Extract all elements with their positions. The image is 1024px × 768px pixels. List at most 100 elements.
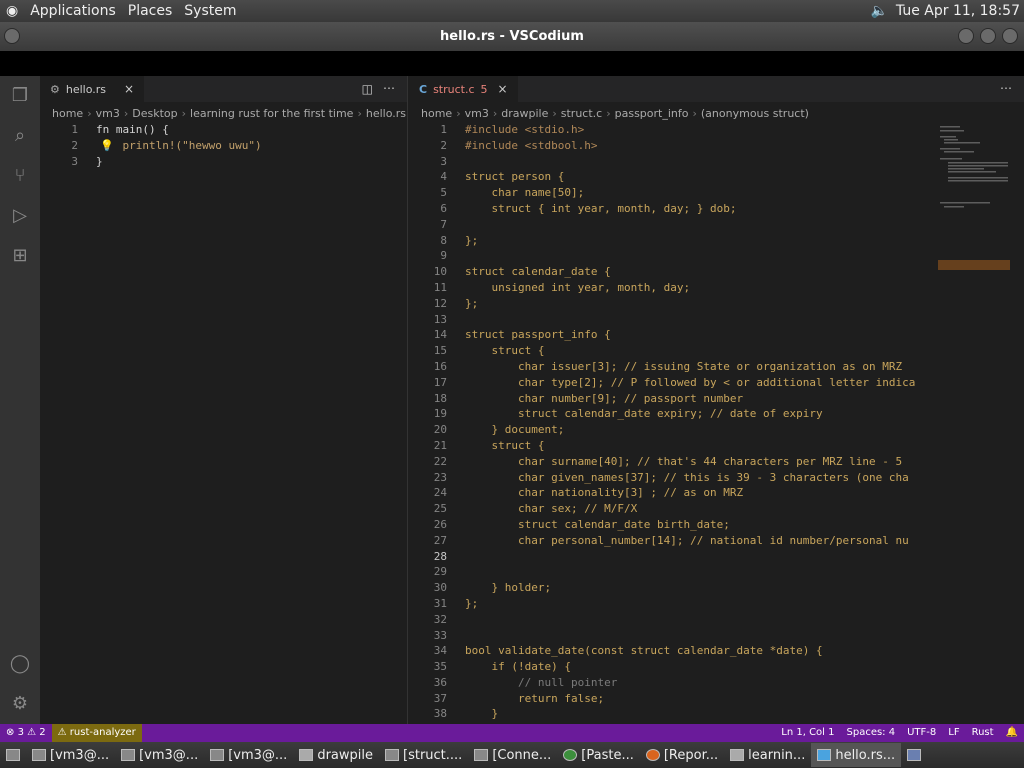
taskbar-item[interactable]: [vm3@...: [26, 743, 115, 767]
explorer-icon[interactable]: ❐: [8, 84, 32, 108]
c-file-icon: C: [419, 82, 428, 96]
minimap[interactable]: [938, 122, 1010, 322]
activity-bar: ❐ ⌕ ⑂ ▷ ⊞ ◯ ⚙: [0, 76, 40, 724]
close-tab-icon[interactable]: ×: [124, 82, 134, 96]
crumb-folder[interactable]: learning rust for the first time: [190, 107, 353, 120]
notifications-bell-icon[interactable]: 🔔: [1000, 724, 1024, 742]
code-line: 14 struct passport_info {: [433, 328, 611, 342]
crumb-drawpile[interactable]: drawpile: [501, 107, 548, 120]
taskbar-item-active[interactable]: hello.rs...: [811, 743, 902, 767]
editor-icon: [385, 749, 399, 761]
tab-label: hello.rs: [65, 82, 107, 96]
taskbar-item[interactable]: [Conne...: [468, 743, 557, 767]
taskbar-item[interactable]: drawpile: [293, 743, 379, 767]
code-area-left[interactable]: 1 fn main() { 2 println!("hewwo uwu") 3} …: [40, 122, 407, 724]
lightbulb-icon[interactable]: 💡: [100, 139, 114, 152]
line-ending[interactable]: LF: [942, 724, 965, 742]
split-editor-icon[interactable]: ◫: [362, 82, 373, 96]
folder-icon: [730, 749, 745, 761]
taskbar-item[interactable]: [vm3@...: [204, 743, 293, 767]
code-line: 4 struct person {: [440, 170, 565, 184]
code-line: 33: [433, 628, 447, 642]
editor-group-left: ⚙ hello.rs × ◫ ⋯ home › vm3 › Desktop › lea…: [40, 76, 408, 724]
language-mode[interactable]: Rust: [966, 724, 1000, 742]
settings-gear-icon[interactable]: ⚙: [8, 692, 32, 716]
window-titlebar[interactable]: hello.rs - VSCodium: [0, 22, 1024, 51]
code-line: 6 struct { int year, month, day; } dob;: [440, 201, 737, 215]
crumb-vm3[interactable]: vm3: [465, 107, 489, 120]
crumb-home[interactable]: home: [421, 107, 452, 120]
more-actions-icon[interactable]: ⋯: [1000, 81, 1012, 95]
terminal-icon: [32, 749, 46, 761]
taskbar-item[interactable]: [vm3@...: [115, 743, 204, 767]
code-line: 17 char type[2]; // P followed by < or a…: [433, 375, 916, 389]
window-icon: [474, 749, 489, 761]
minimize-button[interactable]: [958, 28, 974, 44]
account-icon[interactable]: ◯: [8, 652, 32, 676]
code-line: 25 char sex; // M/F/X: [433, 502, 638, 516]
clock[interactable]: Tue Apr 11, 18:57: [896, 3, 1020, 19]
window-menu-button[interactable]: [4, 28, 20, 44]
close-tab-icon[interactable]: ×: [498, 82, 508, 96]
tab-hello-rs[interactable]: ⚙ hello.rs ×: [40, 76, 145, 102]
taskbar-item[interactable]: [Repor...: [640, 743, 724, 767]
cursor-position[interactable]: Ln 1, Col 1: [775, 724, 840, 742]
taskbar-item[interactable]: learnin...: [724, 743, 811, 767]
source-control-icon[interactable]: ⑂: [8, 164, 32, 188]
code-line: 26 struct calendar_date birth_date;: [433, 517, 730, 531]
crumb-symbol[interactable]: passport_info: [615, 107, 689, 120]
crumb-home[interactable]: home: [52, 107, 83, 120]
close-window-button[interactable]: [1002, 28, 1018, 44]
problem-count-badge: 5: [480, 82, 488, 96]
crumb-file[interactable]: hello.rs: [366, 107, 406, 120]
code-area-right[interactable]: 1 #include <stdio.h> 2 #include <stdbool.h>…: [409, 122, 938, 724]
menu-system[interactable]: System: [178, 0, 242, 22]
search-icon[interactable]: ⌕: [8, 124, 32, 148]
code-line: 22 char surname[40]; // that's 44 charac…: [433, 454, 903, 468]
menu-places[interactable]: Places: [122, 0, 179, 22]
apps-logo-icon[interactable]: ◉: [0, 0, 24, 22]
code-line: 21 struct {: [433, 438, 545, 452]
crumb-vm3[interactable]: vm3: [96, 107, 120, 120]
code-line: 8};: [440, 233, 479, 247]
folder-icon: [299, 749, 314, 761]
code-line: 31};: [433, 596, 479, 610]
chrome-icon: [563, 749, 578, 761]
taskbar-item[interactable]: [struct....: [379, 743, 468, 767]
vscodium-titlebar: [0, 51, 1024, 76]
menu-applications[interactable]: Applications: [24, 0, 122, 22]
breadcrumb: home › vm3 › drawpile › struct.c › passport_…: [421, 106, 809, 120]
more-actions-icon[interactable]: ⋯: [383, 81, 395, 95]
tab-struct-c[interactable]: C struct.c 5 ×: [409, 76, 518, 102]
workspace-switcher[interactable]: [901, 743, 927, 767]
crumb-desktop[interactable]: Desktop: [132, 107, 177, 120]
show-desktop-icon[interactable]: [0, 743, 26, 767]
extensions-icon[interactable]: ⊞: [8, 244, 32, 268]
desktop: ◉ Applications Places System 🔈 Tue Apr 1…: [0, 0, 1024, 768]
maximize-button[interactable]: [980, 28, 996, 44]
problems-indicator[interactable]: ⊗ 3 ⚠ 2: [0, 724, 52, 742]
code-line: 3: [440, 154, 447, 168]
tab-bar-left: ⚙ hello.rs × ◫ ⋯: [40, 76, 407, 102]
window-title: hello.rs - VSCodium: [440, 29, 584, 44]
volume-icon[interactable]: 🔈: [870, 3, 887, 19]
encoding[interactable]: UTF-8: [901, 724, 942, 742]
crumb-file[interactable]: struct.c: [561, 107, 602, 120]
terminal-icon: [210, 749, 225, 761]
code-line: 16 char issuer[3]; // issuing State or o…: [433, 359, 903, 373]
taskbar-item[interactable]: [Paste...: [557, 743, 640, 767]
code-line: 9: [440, 249, 447, 263]
rust-file-icon: ⚙: [50, 82, 60, 96]
rust-analyzer-status[interactable]: ⚠ rust-analyzer: [51, 724, 142, 742]
crumb-symbol-inner[interactable]: (anonymous struct): [701, 107, 809, 120]
code-line: 1 #include <stdio.h>: [440, 123, 585, 136]
run-debug-icon[interactable]: ▷: [8, 204, 32, 228]
code-line: 12};: [433, 296, 479, 310]
vscodium-icon: [817, 749, 832, 761]
code-line: 15 struct {: [433, 344, 545, 358]
code-line: 10 struct calendar_date {: [433, 265, 611, 279]
code-line: 3}: [71, 154, 103, 168]
indentation[interactable]: Spaces: 4: [841, 724, 902, 742]
code-line: 1 fn main() {: [71, 123, 169, 136]
code-line: 35 if (!date) {: [433, 660, 571, 674]
